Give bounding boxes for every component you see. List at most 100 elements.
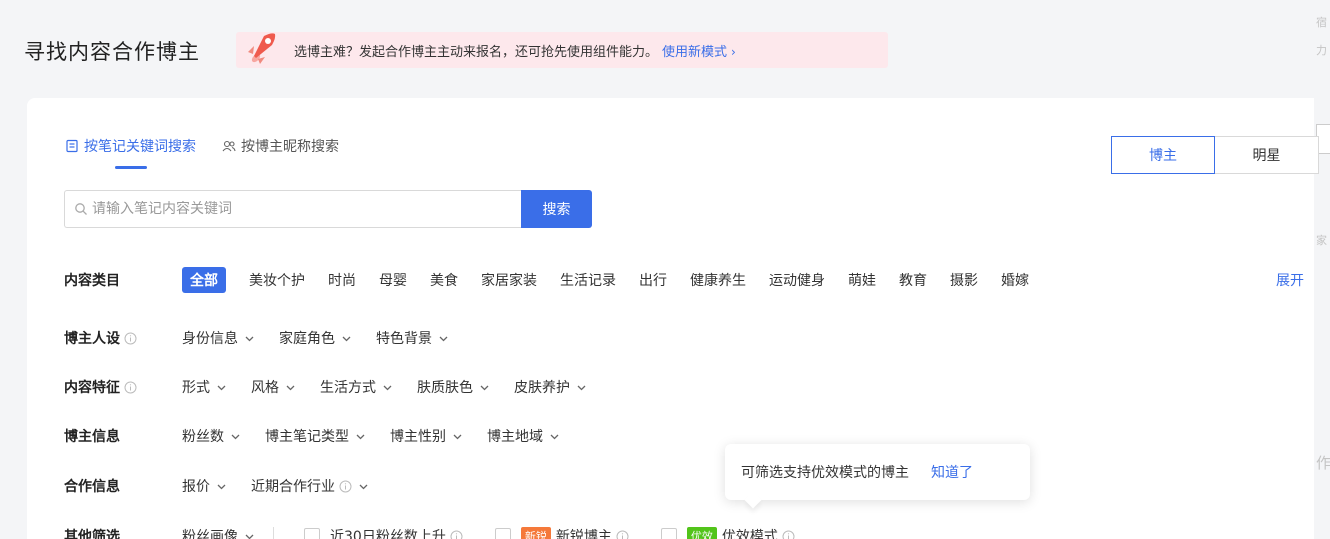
expand-categories-link[interactable]: 展开 [1276,270,1304,290]
style-dropdown[interactable]: 风格 [251,377,296,397]
dropdown-label: 形式 [182,380,210,396]
blogger-info-label: 博主信息 [64,429,120,445]
dropdown-label: 皮肤养护 [514,380,570,396]
special-background-dropdown[interactable]: 特色背景 [376,328,449,348]
info-icon [450,530,463,539]
tab-blogger-nickname-label: 按博主昵称搜索 [241,139,339,155]
dropdown-label: 生活方式 [320,380,376,396]
rising-blogger-checkbox[interactable]: 新锐 新锐博主 [494,526,629,539]
category-item[interactable]: 婚嫁 [1001,270,1029,290]
features-label: 内容特征 [64,377,182,397]
chevron-down-icon [550,434,559,439]
info-icon[interactable] [124,332,137,345]
edge-fragment: 家 [1316,234,1327,247]
chevron-down-icon [217,385,226,390]
tooltip-text: 可筛选支持优效模式的博主 [741,465,909,481]
checkbox-label: 新锐博主 [555,529,612,539]
chevron-down-icon [439,336,448,341]
dropdown-label: 特色背景 [376,331,432,347]
efficient-mode-checkbox[interactable]: 优效 优效模式 [660,526,795,539]
category-item[interactable]: 母婴 [379,270,407,290]
chevron-down-icon [342,336,351,341]
dropdown-label: 粉丝数 [182,429,224,445]
category-item[interactable]: 出行 [639,270,667,290]
checkbox-box[interactable] [660,528,677,539]
dropdown-label: 粉丝画像 [182,529,238,539]
price-dropdown[interactable]: 报价 [182,476,227,496]
category-row: 内容类目 全部 美妆个护 时尚 母婴 美食 家居家装 生活记录 出行 健康养生 … [64,267,1029,293]
dropdown-label: 身份信息 [182,331,238,347]
other-filters-row: 其他筛选 粉丝画像 近30日粉丝数上升 新锐 新锐博主 优效 优效模式 [64,524,795,539]
dropdown-label: 风格 [251,380,279,396]
info-icon [616,530,629,539]
efficient-mode-tooltip: 可筛选支持优效模式的博主 知道了 [725,444,1030,500]
edge-fragment: 宿 [1316,16,1327,29]
search-button[interactable]: 搜索 [521,190,592,228]
search-icon [75,203,87,215]
followers-dropdown[interactable]: 粉丝数 [182,426,241,446]
dropdown-label: 博主地域 [487,429,543,445]
family-role-dropdown[interactable]: 家庭角色 [279,328,352,348]
category-item[interactable]: 运动健身 [769,270,825,290]
dropdown-label: 近期合作行业 [251,479,335,495]
category-item[interactable]: 家居家装 [481,270,537,290]
format-dropdown[interactable]: 形式 [182,377,227,397]
chevron-down-icon [286,385,295,390]
checkbox-box[interactable] [494,528,511,539]
dropdown-label: 家庭角色 [279,331,335,347]
new-badge: 新锐 [520,527,551,539]
category-item[interactable]: 美妆个护 [249,270,305,290]
follower-growth-checkbox[interactable]: 近30日粉丝数上升 [304,526,463,539]
chevron-down-icon [359,484,368,489]
role-toggle: 博主 明星 [1111,136,1319,174]
chevron-down-icon [356,434,365,439]
category-item[interactable]: 健康养生 [690,270,746,290]
coop-info-dropdowns: 报价 近期合作行业 [182,476,369,496]
promo-banner: 选博主难？发起合作博主主动来报名，还可抢先使用组件能力。 使用新模式 › [236,32,888,68]
new-mode-link[interactable]: 使用新模式 › [662,41,736,60]
search-field[interactable] [64,190,521,228]
category-item[interactable]: 萌娃 [848,270,876,290]
skin-care-dropdown[interactable]: 皮肤养护 [514,377,587,397]
identity-dropdown[interactable]: 身份信息 [182,328,255,348]
lifestyle-dropdown[interactable]: 生活方式 [320,377,393,397]
chevron-down-icon [245,336,254,341]
right-panel-edge: 宿 力 家 作 [1314,0,1330,539]
recent-industry-dropdown[interactable]: 近期合作行业 [251,476,369,496]
note-type-dropdown[interactable]: 博主笔记类型 [265,426,366,446]
category-item[interactable]: 生活记录 [560,270,616,290]
blogger-info-dropdowns: 粉丝数 博主笔记类型 博主性别 博主地域 [182,426,560,446]
chevron-down-icon [217,484,226,489]
note-icon [66,139,78,153]
checkbox-box[interactable] [304,528,320,539]
info-icon[interactable] [124,381,137,394]
category-item[interactable]: 时尚 [328,270,356,290]
tab-note-keyword[interactable]: 按笔记关键词搜索 [65,136,196,169]
skin-type-dropdown[interactable]: 肤质肤色 [417,377,490,397]
edge-fragment: 力 [1316,44,1327,57]
role-celebrity-button[interactable]: 明星 [1215,136,1319,174]
chevron-down-icon [245,534,254,539]
chevron-down-icon [231,434,240,439]
users-icon [222,140,236,152]
role-blogger-button[interactable]: 博主 [1111,136,1215,174]
dropdown-label: 报价 [182,479,210,495]
page-title: 寻找内容合作博主 [24,40,200,64]
search-input[interactable] [92,201,492,217]
tab-blogger-nickname[interactable]: 按博主昵称搜索 [222,136,339,156]
category-item[interactable]: 美食 [430,270,458,290]
filter-card: 按笔记关键词搜索 按博主昵称搜索 博主 明星 搜索 内容类目 全部 美妆个护 [27,98,1319,539]
category-item[interactable]: 摄影 [950,270,978,290]
fan-profile-dropdown[interactable]: 粉丝画像 [182,526,255,539]
chevron-down-icon [577,385,586,390]
region-dropdown[interactable]: 博主地域 [487,426,560,446]
category-item[interactable]: 全部 [182,267,226,293]
coop-info-row: 合作信息 报价 近期合作行业 [64,474,369,498]
blogger-info-row: 博主信息 粉丝数 博主笔记类型 博主性别 博主地域 [64,424,560,448]
gender-dropdown[interactable]: 博主性别 [390,426,463,446]
category-item[interactable]: 教育 [899,270,927,290]
chevron-down-icon [453,434,462,439]
tooltip-dismiss-button[interactable]: 知道了 [931,462,973,482]
chevron-down-icon [383,385,392,390]
efficient-badge: 优效 [686,527,717,539]
